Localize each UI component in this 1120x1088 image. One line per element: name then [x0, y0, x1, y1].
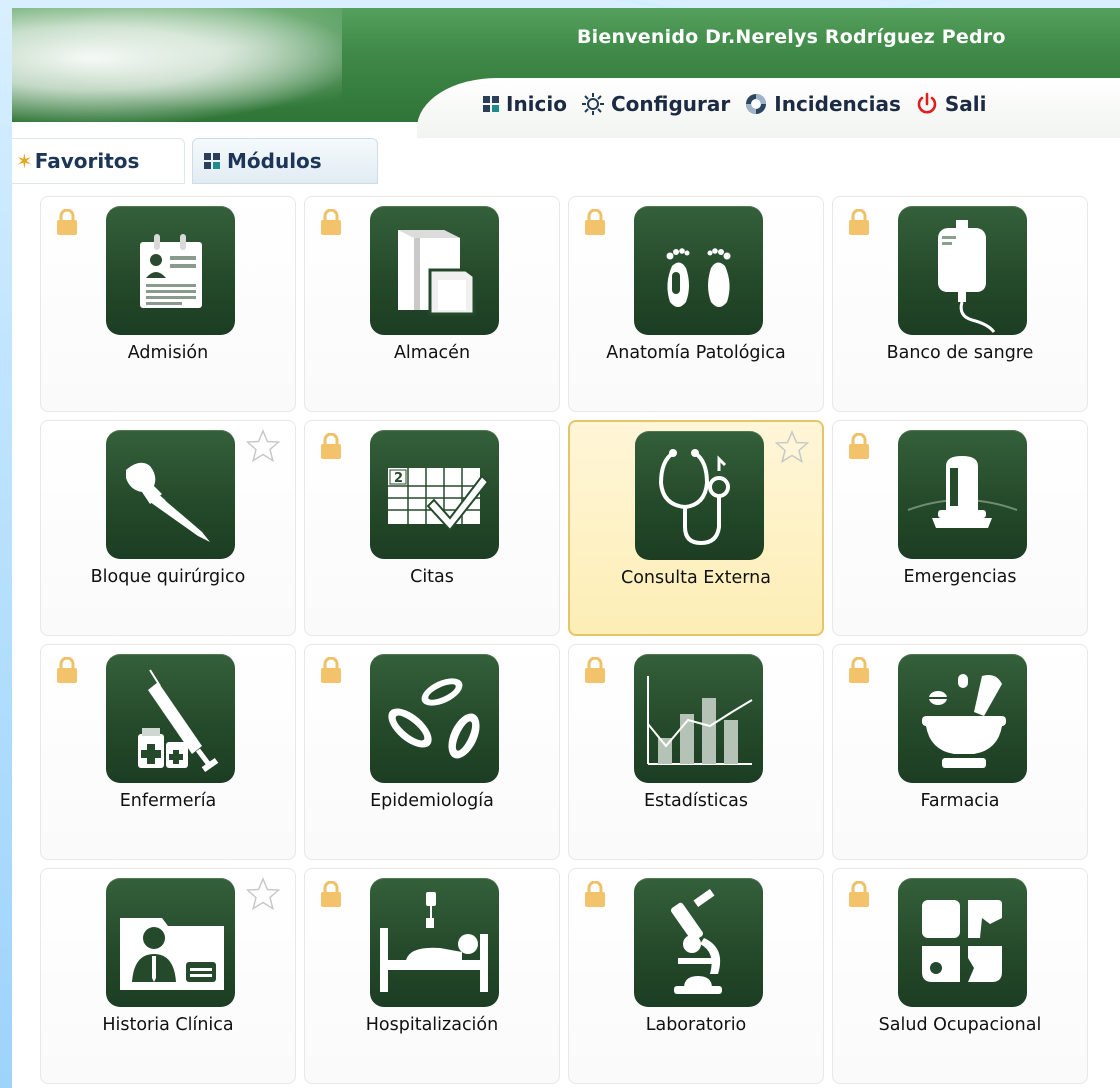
module-salud-ocupacional[interactable]: Salud Ocupacional	[832, 868, 1088, 1084]
lock-icon	[849, 657, 869, 683]
lock-icon	[321, 433, 341, 459]
nav-incidencias[interactable]: Incidencias	[744, 92, 901, 116]
module-label: Hospitalización	[365, 1015, 499, 1035]
svg-text:2: 2	[394, 471, 403, 486]
favorite-star-icon[interactable]	[246, 429, 280, 463]
module-label: Citas	[410, 567, 454, 587]
module-label: Farmacia	[920, 791, 1000, 811]
lock-icon	[849, 209, 869, 235]
bar-chart-icon	[634, 654, 763, 783]
lock-icon	[585, 881, 605, 907]
tab-modulos-label: Módulos	[227, 149, 322, 173]
star-icon: ✶	[16, 149, 33, 173]
occupational-health-icon	[898, 878, 1027, 1007]
bacteria-icon	[370, 654, 499, 783]
module-consulta-externa[interactable]: Consulta Externa	[568, 420, 824, 636]
blood-bag-icon	[898, 206, 1027, 335]
feet-icon	[634, 206, 763, 335]
welcome-message: Bienvenido Dr.Nerelys Rodríguez Pedro	[577, 26, 1006, 48]
nav-salir[interactable]: Sali	[915, 92, 987, 116]
tab-favoritos-label: Favoritos	[34, 149, 140, 173]
lock-icon	[321, 881, 341, 907]
tab-modulos[interactable]: Módulos	[192, 138, 378, 184]
microscope-icon	[634, 878, 763, 1007]
nav-inicio-label: Inicio	[506, 92, 567, 116]
module-label: Epidemiología	[370, 791, 494, 811]
module-banco-de-sangre[interactable]: Banco de sangre	[832, 196, 1088, 412]
module-label: Admisión	[127, 343, 209, 363]
module-hospitalizacion[interactable]: Hospitalización	[304, 868, 560, 1084]
calendar-check-icon: 2	[370, 430, 499, 559]
module-farmacia[interactable]: Farmacia	[832, 644, 1088, 860]
module-estadisticas[interactable]: Estadísticas	[568, 644, 824, 860]
favorite-star-icon[interactable]	[775, 430, 809, 464]
lock-icon	[321, 209, 341, 235]
grid-icon	[483, 96, 499, 112]
module-label: Consulta Externa	[621, 568, 771, 588]
module-emergencias[interactable]: Emergencias	[832, 420, 1088, 636]
syringe-vials-icon	[106, 654, 235, 783]
module-label: Enfermería	[119, 791, 217, 811]
module-enfermeria[interactable]: Enfermería	[40, 644, 296, 860]
modules-grid: Admisión Almacén Anatomía Patológica Ban…	[40, 196, 1104, 1084]
gear-icon	[582, 93, 604, 115]
nav-configurar-label: Configurar	[611, 92, 731, 116]
nav-configurar[interactable]: Configurar	[581, 92, 730, 116]
app-window: Bienvenido Dr.Nerelys Rodríguez Pedro In…	[12, 8, 1120, 1088]
grid-icon	[204, 153, 220, 169]
module-label: Anatomía Patológica	[606, 343, 786, 363]
lock-icon	[849, 433, 869, 459]
mortar-pestle-icon	[898, 654, 1027, 783]
module-label: Emergencias	[903, 567, 1017, 587]
nav-inicio[interactable]: Inicio	[482, 92, 567, 116]
nav-incidencias-label: Incidencias	[774, 92, 901, 116]
patient-folder-icon	[106, 878, 235, 1007]
nav-salir-label: Sali	[944, 92, 987, 116]
module-epidemiologia[interactable]: Epidemiología	[304, 644, 560, 860]
lock-icon	[849, 881, 869, 907]
module-label: Almacén	[393, 343, 471, 363]
top-nav: Inicio Configurar Incidencias Sali	[482, 92, 1001, 116]
module-admision[interactable]: Admisión	[40, 196, 296, 412]
lock-icon	[321, 657, 341, 683]
lock-icon	[585, 209, 605, 235]
admission-clipboard-icon	[106, 206, 235, 335]
warehouse-boxes-icon	[370, 206, 499, 335]
power-icon	[917, 92, 937, 114]
siren-light-icon	[898, 430, 1027, 559]
module-bloque-quirurgico[interactable]: Bloque quirúrgico	[40, 420, 296, 636]
lifebuoy-icon	[746, 94, 767, 114]
module-label: Salud Ocupacional	[878, 1015, 1042, 1035]
lock-icon	[585, 657, 605, 683]
lock-icon	[57, 657, 77, 683]
stethoscope-icon	[635, 431, 764, 560]
module-label: Laboratorio	[645, 1015, 747, 1035]
module-label: Estadísticas	[643, 791, 749, 811]
logo	[12, 8, 342, 122]
module-label: Bloque quirúrgico	[90, 567, 246, 587]
favorite-star-icon[interactable]	[246, 877, 280, 911]
module-label: Banco de sangre	[886, 343, 1034, 363]
tab-favoritos[interactable]: ✶ Favoritos	[12, 138, 185, 184]
scalpel-icon	[106, 430, 235, 559]
module-label: Historia Clínica	[102, 1015, 234, 1035]
module-almacen[interactable]: Almacén	[304, 196, 560, 412]
lock-icon	[57, 209, 77, 235]
module-anatomia-patologica[interactable]: Anatomía Patológica	[568, 196, 824, 412]
hospital-bed-icon	[370, 878, 499, 1007]
module-citas[interactable]: 2 Citas	[304, 420, 560, 636]
module-historia-clinica[interactable]: Historia Clínica	[40, 868, 296, 1084]
module-laboratorio[interactable]: Laboratorio	[568, 868, 824, 1084]
